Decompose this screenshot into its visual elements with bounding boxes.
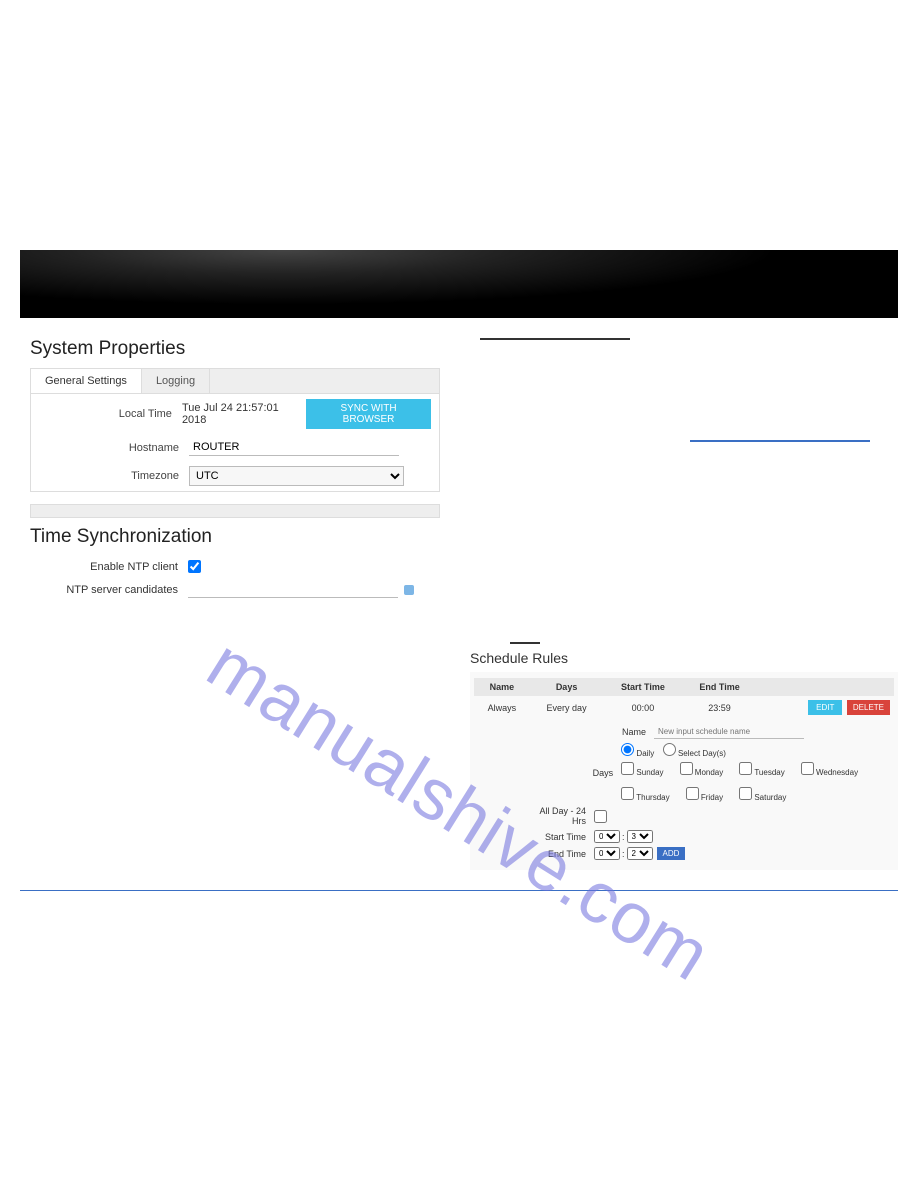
chk-tuesday[interactable]: Tuesday: [739, 762, 784, 777]
sync-with-browser-button[interactable]: SYNC WITH BROWSER: [306, 399, 431, 429]
tab-general-settings[interactable]: General Settings: [31, 369, 142, 393]
local-time-value: Tue Jul 24 21:57:01 2018: [182, 402, 300, 426]
system-properties-title: System Properties: [30, 338, 440, 360]
start-min-select[interactable]: 30: [627, 830, 653, 843]
row-sched-name: Name: [554, 723, 894, 741]
start-time-label: Start Time: [524, 832, 594, 842]
tabs-bar: General Settings Logging: [31, 369, 439, 394]
cell-days: Every day: [530, 696, 603, 719]
enable-ntp-checkbox[interactable]: [188, 560, 201, 573]
cell-end: 23:59: [683, 696, 757, 719]
cell-start: 00:00: [603, 696, 682, 719]
end-min-select[interactable]: 20: [627, 847, 653, 860]
time-sync-title: Time Synchronization: [30, 526, 440, 548]
radio-select-days-wrap[interactable]: Select Day(s): [663, 749, 726, 758]
local-time-label: Local Time: [39, 408, 182, 420]
schedule-table: Name Days Start Time End Time Always Eve…: [474, 678, 894, 719]
sched-name-label: Name: [554, 727, 654, 737]
all-day-checkbox[interactable]: [594, 810, 607, 823]
chk-thursday[interactable]: Thursday: [621, 787, 669, 802]
timezone-label: Timezone: [39, 470, 189, 482]
system-properties-panel: General Settings Logging Local Time Tue …: [30, 368, 440, 492]
ntp-candidates-label: NTP server candidates: [38, 584, 188, 596]
chk-sunday[interactable]: Sunday: [621, 762, 663, 777]
schedule-rules-title: Schedule Rules: [470, 650, 898, 666]
cell-name: Always: [474, 696, 530, 719]
chk-monday[interactable]: Monday: [680, 762, 724, 777]
ntp-candidates-input[interactable]: [188, 581, 398, 598]
day-checkbox-group: Sunday Monday Tuesday Wednesday Thursday…: [621, 762, 894, 802]
right-column: Schedule Rules Name Days Start Time End …: [470, 338, 898, 870]
row-all-day: All Day - 24 Hrs: [524, 804, 894, 828]
enable-ntp-label: Enable NTP client: [38, 561, 188, 573]
add-button[interactable]: ADD: [657, 847, 686, 860]
left-column: System Properties General Settings Loggi…: [30, 338, 440, 870]
radio-daily[interactable]: [621, 743, 634, 756]
row-ntp-candidates: NTP server candidates: [30, 577, 440, 602]
tab-logging[interactable]: Logging: [142, 369, 210, 393]
row-sched-days: Days Daily Select Day(s) Sunday Monday T…: [554, 741, 894, 804]
edit-button[interactable]: EDIT: [808, 700, 842, 715]
row-local-time: Local Time Tue Jul 24 21:57:01 2018 SYNC…: [31, 394, 439, 434]
col-start: Start Time: [603, 678, 682, 696]
delete-button[interactable]: DELETE: [847, 700, 890, 715]
table-row: Always Every day 00:00 23:59 EDIT DELETE: [474, 696, 894, 719]
header-banner: [20, 250, 898, 318]
col-end: End Time: [683, 678, 757, 696]
schedule-block: Name Days Start Time End Time Always Eve…: [470, 672, 898, 870]
row-enable-ntp: Enable NTP client: [30, 556, 440, 577]
timezone-select[interactable]: UTC: [189, 466, 404, 486]
row-timezone: Timezone UTC: [31, 461, 439, 491]
sched-name-input[interactable]: [654, 725, 804, 739]
chk-friday[interactable]: Friday: [686, 787, 723, 802]
row-start-time: Start Time 00 : 30: [524, 828, 894, 845]
radio-daily-wrap[interactable]: Daily: [621, 749, 654, 758]
end-time-label: End Time: [524, 849, 594, 859]
decorative-rule: [480, 338, 630, 340]
sched-days-label: Days: [554, 768, 621, 778]
radio-select-days[interactable]: [663, 743, 676, 756]
col-days: Days: [530, 678, 603, 696]
start-hour-select[interactable]: 00: [594, 830, 620, 843]
separator-bar: [30, 504, 440, 518]
chk-wednesday[interactable]: Wednesday: [801, 762, 858, 777]
decorative-blue-rule: [690, 440, 870, 442]
small-underline: [510, 642, 540, 644]
globe-icon[interactable]: [404, 585, 414, 595]
end-hour-select[interactable]: 06: [594, 847, 620, 860]
row-end-time: End Time 06 : 20 ADD: [524, 845, 894, 862]
chk-saturday[interactable]: Saturday: [739, 787, 786, 802]
col-name: Name: [474, 678, 530, 696]
all-day-label: All Day - 24 Hrs: [524, 806, 594, 826]
hostname-label: Hostname: [39, 442, 189, 454]
row-hostname: Hostname: [31, 434, 439, 461]
hostname-input[interactable]: [189, 439, 399, 456]
